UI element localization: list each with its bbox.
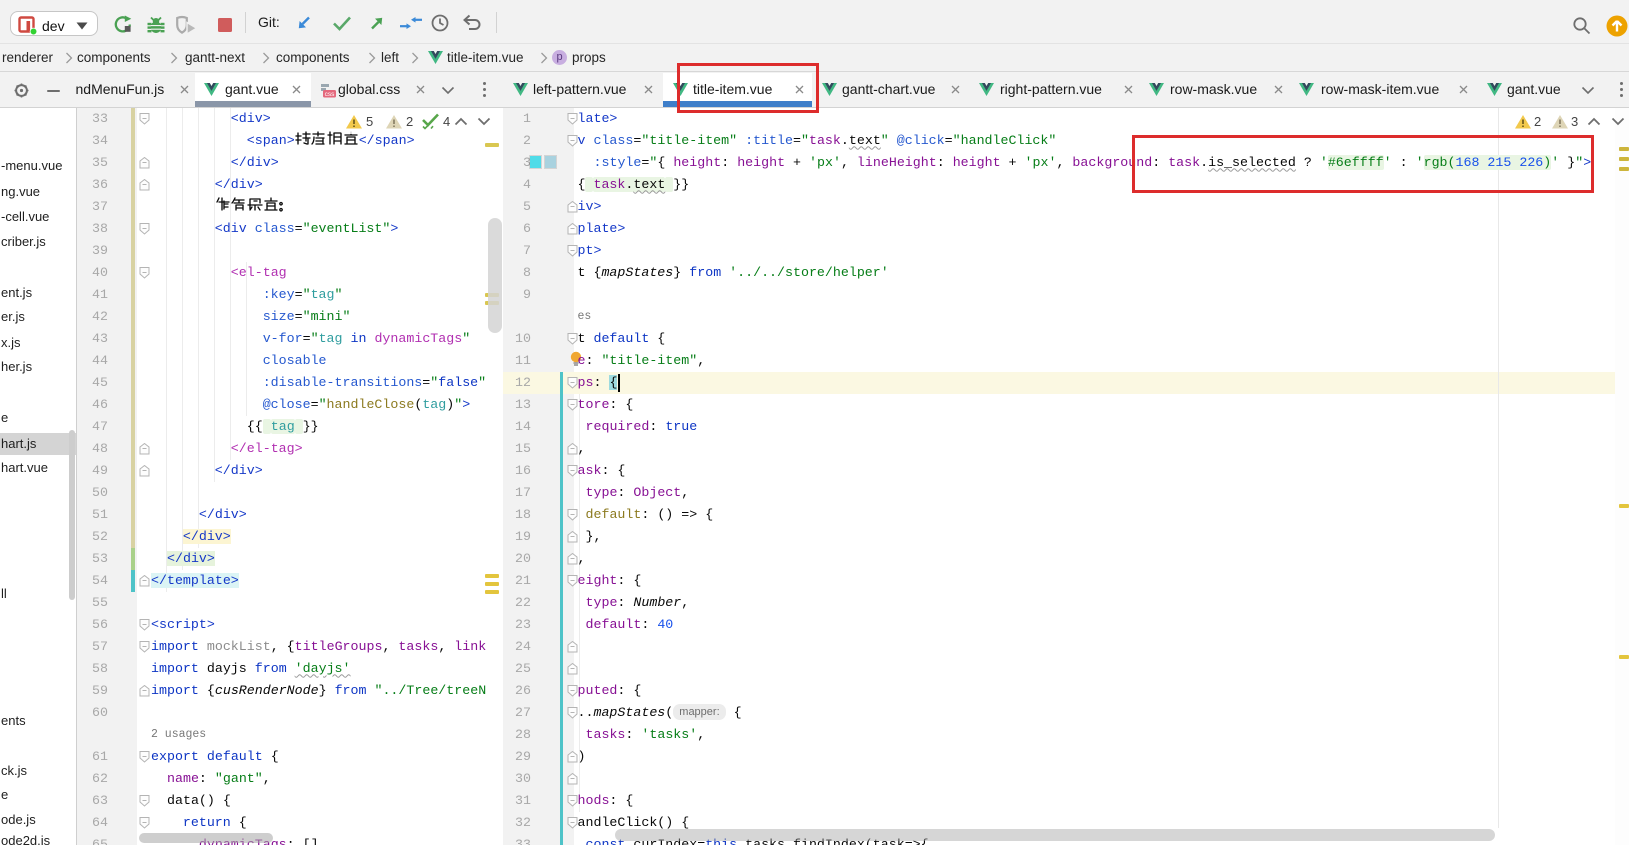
svg-text:css: css <box>325 91 336 98</box>
